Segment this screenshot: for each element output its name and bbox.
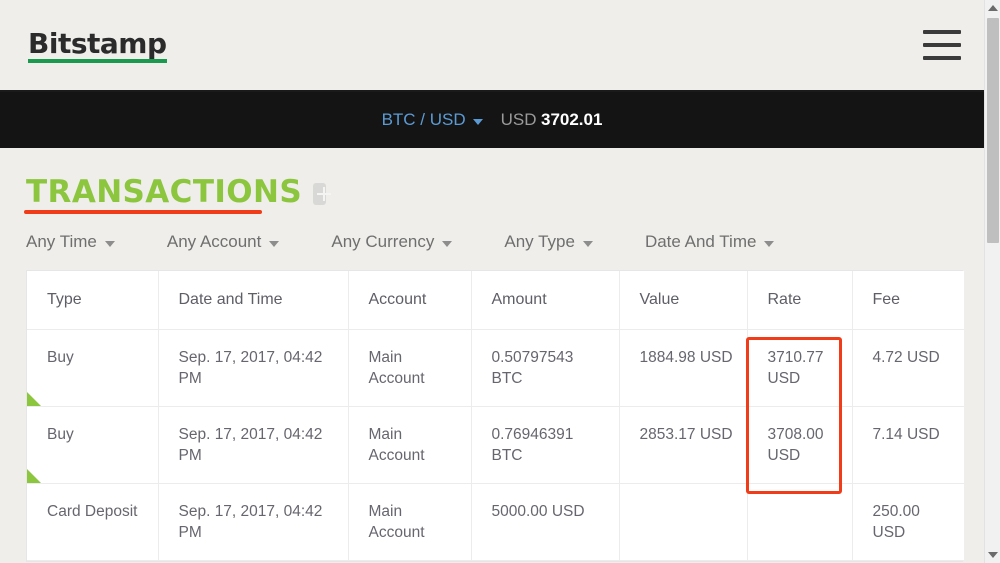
cell-type: Card Deposit [27, 483, 159, 561]
table-header-row: Type Date and Time Account Amount Value … [27, 271, 964, 330]
hamburger-menu-icon[interactable] [923, 30, 961, 60]
table-row[interactable]: Card Deposit Sep. 17, 2017, 04:42 PM Mai… [27, 483, 964, 561]
cell-datetime: Sep. 17, 2017, 04:42 PM [158, 406, 349, 484]
column-header-type[interactable]: Type [27, 271, 159, 330]
plus-icon[interactable] [313, 183, 331, 205]
chevron-down-icon [764, 241, 775, 247]
cell-amount: 0.50797543 BTC [471, 329, 620, 407]
table-header: Type Date and Time Account Amount Value … [27, 271, 964, 330]
chevron-down-icon [104, 241, 115, 247]
filter-label: Any Currency [331, 232, 435, 251]
filter-bar: Any Time Any Account Any Currency Any Ty… [26, 232, 984, 252]
app-window: Bitstamp BTC / USD USD 3702.01 TRANSACTI… [0, 0, 1000, 563]
column-header-fee[interactable]: Fee [852, 271, 964, 330]
cell-value: 2853.17 USD [619, 406, 748, 484]
buy-marker-icon [27, 392, 41, 406]
main-content: TRANSACTIONS Any Time Any Account Any Cu… [0, 174, 984, 562]
title-underline-annotation [24, 210, 262, 214]
cell-amount: 5000.00 USD [471, 483, 620, 561]
filter-label: Any Time [26, 232, 97, 251]
column-header-amount[interactable]: Amount [471, 271, 620, 330]
site-header: Bitstamp [0, 0, 984, 92]
table-row[interactable]: Buy Sep. 17, 2017, 04:42 PM Main Account… [27, 406, 964, 484]
cell-type: Buy [27, 329, 159, 407]
filter-any-currency[interactable]: Any Currency [331, 232, 453, 252]
hamburger-bar [923, 56, 961, 60]
table-body: Buy Sep. 17, 2017, 04:42 PM Main Account… [27, 329, 964, 561]
cell-rate: 3708.00 USD [747, 406, 853, 484]
transactions-table: Type Date and Time Account Amount Value … [27, 271, 964, 561]
filter-label: Date And Time [644, 232, 757, 251]
chevron-down-icon [582, 241, 593, 247]
chevron-down-icon [269, 241, 280, 247]
cell-rate: 3710.77 USD [747, 329, 853, 407]
filter-any-account[interactable]: Any Account [167, 232, 280, 252]
cell-type: Buy [27, 406, 159, 484]
filter-label: Any Account [166, 232, 262, 251]
cell-datetime: Sep. 17, 2017, 04:42 PM [158, 329, 349, 407]
scroll-down-arrow-icon[interactable] [988, 552, 998, 558]
currency-pair-label: BTC / USD [381, 110, 466, 129]
cell-account: Main Account [348, 483, 472, 561]
cell-fee: 4.72 USD [852, 329, 964, 407]
page-title: TRANSACTIONS [26, 174, 303, 210]
ticker-price-group: USD 3702.01 [501, 110, 603, 130]
cell-rate [747, 483, 853, 561]
filter-date-and-time[interactable]: Date And Time [645, 232, 775, 252]
ticker-currency-label: USD [500, 110, 537, 129]
column-header-value[interactable]: Value [619, 271, 748, 330]
cell-account: Main Account [348, 329, 472, 407]
cell-fee: 7.14 USD [852, 406, 964, 484]
filter-any-time[interactable]: Any Time [26, 232, 115, 252]
scroll-up-arrow-icon[interactable] [988, 5, 998, 11]
logo-underline [28, 59, 167, 63]
cell-account: Main Account [348, 406, 472, 484]
cell-fee: 250.00 USD [852, 483, 964, 561]
hamburger-bar [923, 43, 961, 47]
cell-datetime: Sep. 17, 2017, 04:42 PM [158, 483, 349, 561]
cell-value [619, 483, 748, 561]
chevron-down-icon [472, 119, 483, 125]
transactions-table-container: Type Date and Time Account Amount Value … [26, 270, 964, 562]
vertical-scrollbar[interactable] [984, 0, 1000, 563]
table-row[interactable]: Buy Sep. 17, 2017, 04:42 PM Main Account… [27, 329, 964, 407]
ticker-bar: BTC / USD USD 3702.01 [0, 92, 984, 148]
logo-text: Bitstamp [28, 27, 167, 60]
chevron-down-icon [442, 241, 453, 247]
page-title-row: TRANSACTIONS [26, 174, 331, 210]
scrollbar-thumb[interactable] [987, 18, 999, 243]
column-header-account[interactable]: Account [348, 271, 472, 330]
cell-amount: 0.76946391 BTC [471, 406, 620, 484]
buy-marker-icon [27, 469, 41, 483]
bitstamp-logo[interactable]: Bitstamp [28, 27, 167, 63]
column-header-datetime[interactable]: Date and Time [158, 271, 349, 330]
hamburger-bar [923, 30, 961, 34]
currency-pair-selector[interactable]: BTC / USD [382, 110, 483, 130]
ticker-price-value: 3702.01 [540, 110, 603, 129]
cell-value: 1884.98 USD [619, 329, 748, 407]
filter-label: Any Type [504, 232, 575, 251]
filter-any-type[interactable]: Any Type [504, 232, 593, 252]
column-header-rate[interactable]: Rate [747, 271, 853, 330]
